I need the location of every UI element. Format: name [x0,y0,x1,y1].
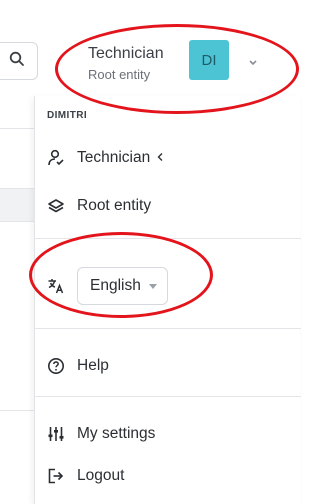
user-menu-toggle[interactable]: Technician Root entity DI [76,40,288,84]
background-divider [0,410,34,411]
user-check-icon [45,147,67,169]
chevron-left-icon[interactable] [156,149,164,167]
background-divider [0,128,34,129]
user-entity-name: Root entity [88,67,151,82]
background-table-header [0,188,34,222]
menu-item-settings-label: My settings [77,425,156,442]
menu-item-settings[interactable]: My settings [45,418,155,450]
avatar[interactable]: DI [189,40,229,80]
menu-item-help[interactable]: Help [45,350,109,382]
user-dropdown-menu: DIMITRI Technician Root entity English H… [34,96,301,504]
menu-item-entity-label: Root entity [77,197,152,214]
language-row: English [45,266,168,306]
menu-divider [35,328,301,329]
search-button[interactable] [0,42,38,80]
language-select-value: English [90,277,141,294]
menu-item-profile[interactable]: Technician [45,142,164,174]
user-profile-name: Technician [88,45,164,62]
menu-item-logout[interactable]: Logout [45,460,124,492]
caret-down-icon [148,283,157,289]
logout-icon [45,465,67,487]
search-icon [9,51,25,72]
menu-item-help-label: Help [77,357,109,374]
menu-divider [35,396,301,397]
chevron-down-icon[interactable] [248,54,258,72]
translate-icon [45,275,67,297]
help-circle-icon [45,355,67,377]
menu-item-profile-label: Technician [77,149,151,166]
language-select[interactable]: English [77,267,168,305]
sliders-icon [45,423,67,445]
avatar-initials: DI [201,51,217,69]
menu-item-logout-label: Logout [77,467,125,484]
layers-icon [45,195,67,217]
menu-user-header: DIMITRI [47,110,88,121]
menu-divider [35,238,301,239]
menu-item-entity[interactable]: Root entity [45,190,151,222]
top-bar: Technician Root entity DI [0,0,300,98]
